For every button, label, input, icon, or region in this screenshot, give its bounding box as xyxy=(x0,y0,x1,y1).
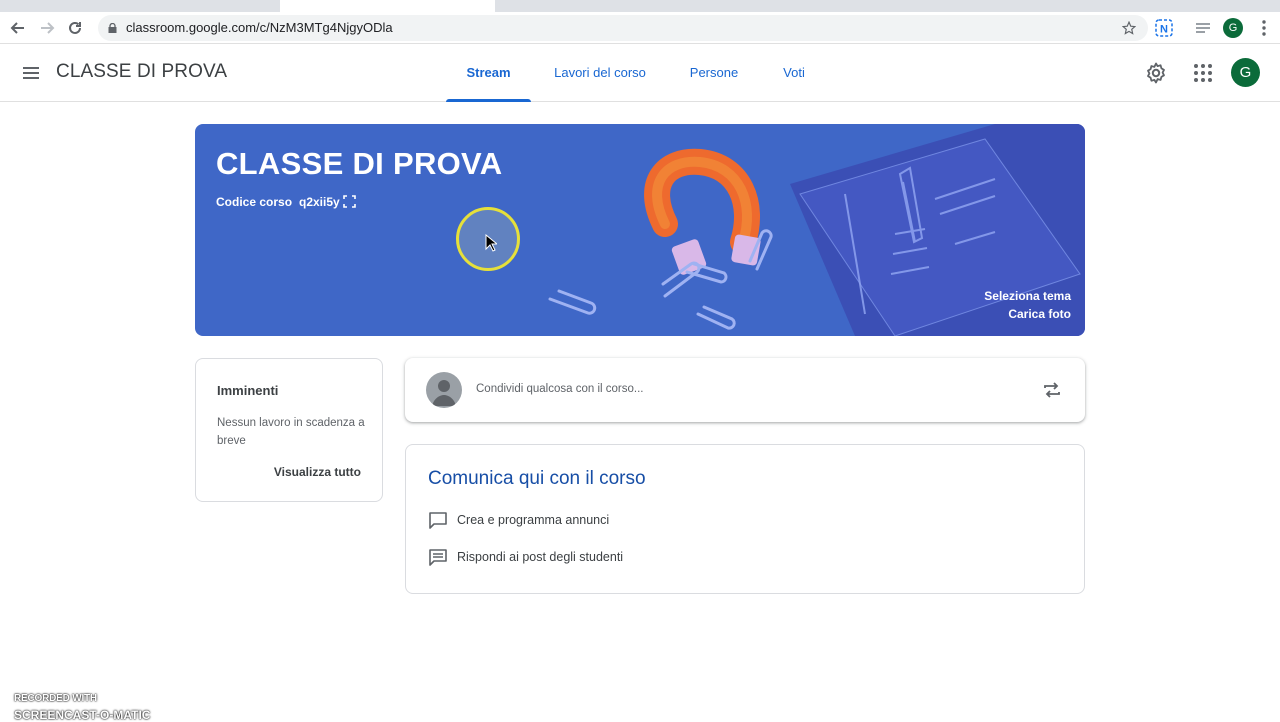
lock-icon xyxy=(108,23,117,33)
forward-arrow-icon xyxy=(41,22,55,34)
active-tab-indicator xyxy=(446,99,531,102)
select-theme-link[interactable]: Seleziona tema xyxy=(984,289,1071,303)
apps-grid-icon[interactable] xyxy=(1191,61,1215,85)
browser-tab-active[interactable] xyxy=(280,0,495,12)
back-button[interactable] xyxy=(8,18,28,38)
communicate-card: Comunica qui con il corso Crea e program… xyxy=(405,444,1085,594)
communicate-heading: Comunica qui con il corso xyxy=(428,468,646,489)
tab-stream[interactable]: Stream xyxy=(446,45,531,101)
browser-menu-icon[interactable] xyxy=(1254,18,1274,38)
tab-grades[interactable]: Voti xyxy=(772,45,816,101)
reload-button[interactable] xyxy=(65,18,85,38)
bookmark-star-icon[interactable] xyxy=(1122,21,1136,35)
hamburger-menu-icon[interactable] xyxy=(20,62,42,84)
user-avatar xyxy=(426,372,462,408)
comment-icon xyxy=(429,549,447,566)
fullscreen-icon[interactable] xyxy=(343,195,356,208)
extension-n-icon[interactable]: N xyxy=(1154,18,1174,38)
svg-text:N: N xyxy=(1160,24,1168,36)
announcement-icon xyxy=(429,512,447,529)
settings-gear-icon[interactable] xyxy=(1144,61,1168,85)
browser-tab[interactable] xyxy=(0,0,270,12)
communicate-item-label: Rispondi ai post degli studenti xyxy=(457,550,624,564)
upcoming-card: Imminenti Nessun lavoro in scadenza a br… xyxy=(195,358,383,502)
browser-toolbar: classroom.google.com/c/NzM3MTg4NjgyODla … xyxy=(0,12,1280,44)
forward-button[interactable] xyxy=(37,18,57,38)
url-text: classroom.google.com/c/NzM3MTg4NjgyODla xyxy=(126,20,393,35)
back-arrow-icon xyxy=(10,22,24,34)
reload-icon xyxy=(69,21,81,34)
upload-photo-link[interactable]: Carica foto xyxy=(1008,307,1071,321)
course-title[interactable]: CLASSE DI PROVA xyxy=(56,61,227,83)
course-code-label: Codice corso xyxy=(216,195,293,209)
extension-list-icon[interactable] xyxy=(1193,18,1213,38)
classroom-header: CLASSE DI PROVA Stream Lavori del corso … xyxy=(0,45,1280,102)
upcoming-heading: Imminenti xyxy=(217,383,279,398)
course-banner: CLASSE DI PROVA Codice corso q2xii5y Sel… xyxy=(195,124,1085,336)
share-placeholder[interactable]: Condividi qualcosa con il corso... xyxy=(476,383,643,395)
account-avatar[interactable]: G xyxy=(1231,58,1260,87)
recording-watermark: RECORDED WITH xyxy=(14,693,97,704)
repost-icon[interactable] xyxy=(1041,379,1063,401)
share-box[interactable]: Condividi qualcosa con il corso... xyxy=(405,358,1085,422)
browser-tab-strip xyxy=(0,0,1280,12)
banner-course-title: CLASSE DI PROVA xyxy=(216,146,503,181)
view-all-link[interactable]: Visualizza tutto xyxy=(274,465,361,479)
tab-people[interactable]: Persone xyxy=(678,45,750,101)
browser-profile-avatar[interactable]: G xyxy=(1223,18,1243,38)
communicate-item-label: Crea e programma annunci xyxy=(457,513,610,527)
mouse-cursor-icon xyxy=(485,234,497,252)
course-code-value[interactable]: q2xii5y xyxy=(299,195,340,209)
person-icon xyxy=(432,380,456,406)
address-bar[interactable]: classroom.google.com/c/NzM3MTg4NjgyODla xyxy=(98,15,1148,41)
tab-classwork[interactable]: Lavori del corso xyxy=(544,45,656,101)
upcoming-message: Nessun lavoro in scadenza a breve xyxy=(217,417,365,447)
